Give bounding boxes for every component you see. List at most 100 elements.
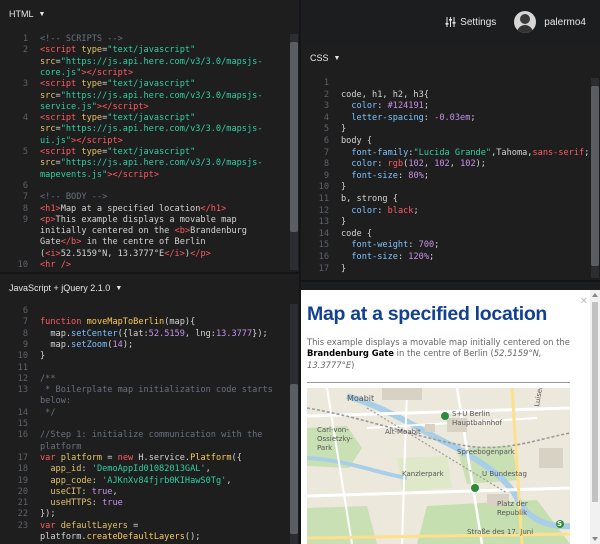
- code-line[interactable]: app_code: 'AJKnXv84fjrb0KIHawS0Tg',: [40, 476, 231, 486]
- result-paragraph: This example displays a movable map init…: [307, 337, 570, 370]
- line-number: 17: [17, 452, 28, 463]
- code-line[interactable]: }: [341, 217, 346, 227]
- html-scrollbar[interactable]: [290, 34, 298, 270]
- code-line[interactable]: <script type="text/javascript": [40, 45, 195, 55]
- line-number: 1: [323, 78, 329, 88]
- code-line[interactable]: font-family:"Lucida Grande",Tahoma,sans-…: [341, 148, 589, 158]
- code-line[interactable]: <!-- SCRIPTS -->: [40, 34, 123, 44]
- line-number: 6: [22, 306, 28, 316]
- code-line[interactable]: platform: [40, 442, 81, 452]
- code-line[interactable]: font-weight: 700;: [341, 240, 439, 250]
- chevron-down-icon[interactable]: ▼: [115, 285, 122, 292]
- code-line[interactable]: <script type="text/javascript": [40, 113, 195, 123]
- css-panel-header[interactable]: CSS ▼: [301, 44, 600, 72]
- line-number: 13: [17, 385, 28, 396]
- js-code-editor[interactable]: 6 7 function moveMapToBerlin(map){8 map.se…: [0, 306, 289, 544]
- code-line[interactable]: }: [341, 264, 346, 274]
- close-icon[interactable]: ✕: [580, 296, 588, 307]
- code-line[interactable]: service.js"></script>: [40, 102, 149, 112]
- code-line[interactable]: }: [341, 124, 346, 134]
- js-panel-header[interactable]: JavaScript + jQuery 2.1.0 ▼: [0, 274, 299, 302]
- map-label: Straße des 17. Juni: [467, 528, 534, 536]
- code-line[interactable]: //Step 1: initialize communication with …: [40, 430, 262, 440]
- code-line[interactable]: mapevents.js"></script>: [40, 170, 159, 180]
- js-panel: JavaScript + jQuery 2.1.0 ▼ 6 7 function m…: [0, 274, 299, 544]
- code-line[interactable]: font-size: 120%;: [341, 252, 434, 262]
- code-line[interactable]: letter-spacing: -0.03em;: [341, 113, 475, 123]
- code-line[interactable]: body {: [341, 136, 372, 146]
- code-line[interactable]: color: rgb(102, 102, 102);: [341, 159, 486, 169]
- username[interactable]: palermo4: [544, 17, 586, 28]
- line-number: 15: [318, 240, 329, 251]
- html-panel-header[interactable]: HTML ▼: [0, 0, 299, 28]
- chevron-down-icon[interactable]: ▼: [39, 11, 46, 18]
- css-code-editor[interactable]: 1 2 code, h1, h2, h3{3 color: #124191; 4 le…: [301, 78, 590, 280]
- code-line[interactable]: useHTTPS: true: [40, 498, 122, 508]
- code-line[interactable]: src="https://js.api.here.com/v3/3.0/maps…: [40, 124, 263, 134]
- chevron-down-icon[interactable]: ▼: [334, 55, 341, 62]
- code-line[interactable]: * Boilerplate map initialization code st…: [40, 385, 273, 395]
- settings-button[interactable]: Settings: [445, 17, 496, 28]
- code-line[interactable]: var platform = new H.service.Platform({: [40, 453, 242, 463]
- code-line[interactable]: font-size: 80%;: [341, 171, 429, 181]
- code-line[interactable]: code, h1, h2, h3{: [341, 90, 429, 100]
- html-code-editor[interactable]: 1 <!-- SCRIPTS --> 2 <script type="text/jav…: [0, 34, 289, 272]
- code-line[interactable]: <script type="text/javascript": [40, 147, 195, 157]
- code-line[interactable]: code {: [341, 229, 372, 239]
- result-bold: Brandenburg Gate: [307, 348, 394, 359]
- code-line[interactable]: ui.js"></script>: [40, 136, 123, 146]
- map-label: Hauptbahnhof: [452, 419, 502, 427]
- code-line[interactable]: map.setZoom(14);: [40, 340, 133, 350]
- code-line[interactable]: core.js"></script>: [40, 68, 133, 78]
- line-number: 17: [318, 263, 329, 274]
- result-scroll-thumb[interactable]: [592, 302, 598, 502]
- line-number: 16: [318, 252, 329, 262]
- account-bar: Settings palermo4: [301, 0, 600, 44]
- code-line[interactable]: platform.createDefaultLayers();: [40, 532, 200, 542]
- css-scroll-thumb[interactable]: [591, 86, 599, 266]
- code-line[interactable]: color: black;: [341, 206, 418, 216]
- code-line[interactable]: <script type="text/javascript": [40, 79, 195, 89]
- code-line[interactable]: Gate</b> in the centre of Berlin: [40, 237, 206, 247]
- code-line[interactable]: <!-- BODY -->: [40, 192, 107, 202]
- code-line[interactable]: (<i>52.5159°N, 13.3777°E</i>)</p>: [40, 249, 211, 259]
- code-line[interactable]: var defaultLayers =: [40, 521, 138, 531]
- map-view[interactable]: Moabit S+U Berlin Hauptbahnhof Carl-von-…: [307, 388, 570, 544]
- code-line[interactable]: });: [40, 509, 56, 519]
- code-line[interactable]: src="https://js.api.here.com/v3/3.0/maps…: [40, 57, 263, 67]
- code-line[interactable]: /**: [40, 374, 56, 384]
- code-line[interactable]: }: [40, 351, 45, 361]
- line-number: 2: [22, 45, 28, 56]
- line-number: 11: [318, 194, 329, 204]
- line-number: 15: [17, 419, 28, 429]
- line-number: 11: [17, 362, 28, 373]
- code-line[interactable]: useCIT: true,: [40, 487, 117, 497]
- code-line[interactable]: src="https://js.api.here.com/v3/3.0/maps…: [40, 158, 263, 168]
- right-horizontal-splitter[interactable]: [301, 280, 600, 282]
- code-line[interactable]: below:: [40, 396, 71, 406]
- code-line[interactable]: b, strong {: [341, 194, 398, 204]
- line-number: 7: [323, 147, 329, 158]
- html-scroll-thumb[interactable]: [290, 42, 298, 232]
- avatar[interactable]: [514, 11, 537, 33]
- js-scrollbar[interactable]: [290, 304, 298, 544]
- code-line[interactable]: <h1>Map at a specified location</h1>: [40, 204, 226, 214]
- map-label: Republik: [497, 509, 528, 517]
- result-scrollbar[interactable]: [590, 290, 600, 544]
- code-line[interactable]: function moveMapToBerlin(map){: [40, 317, 195, 327]
- css-scrollbar[interactable]: [591, 78, 599, 278]
- code-line[interactable]: <hr />: [40, 260, 71, 270]
- code-line[interactable]: initially centered on the <b>Brandenburg: [40, 226, 247, 236]
- html-panel: HTML ▼ 1 <!-- SCRIPTS --> 2 <script type="t…: [0, 0, 299, 272]
- code-line[interactable]: */: [40, 408, 55, 418]
- scroll-down-icon[interactable]: [592, 537, 598, 541]
- code-line[interactable]: src="https://js.api.here.com/v3/3.0/maps…: [40, 91, 263, 101]
- code-line[interactable]: }: [341, 182, 346, 192]
- code-line[interactable]: color: #124191;: [341, 101, 429, 111]
- scroll-up-icon[interactable]: [592, 293, 598, 297]
- code-line[interactable]: app_id: 'DemoAppId01082013GAL',: [40, 464, 210, 474]
- js-scroll-thumb[interactable]: [290, 384, 298, 534]
- code-line[interactable]: map.setCenter({lat:52.5159, lng:13.3777}…: [40, 329, 267, 339]
- code-line[interactable]: <p>This example displays a movable map: [40, 215, 237, 225]
- map-label: S: [557, 520, 563, 528]
